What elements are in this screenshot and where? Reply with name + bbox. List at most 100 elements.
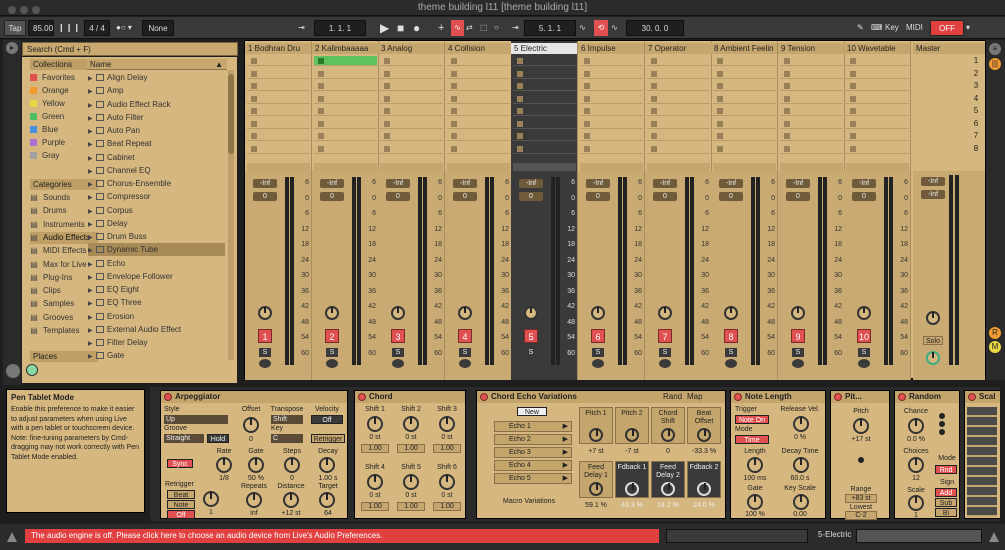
overdub-icon[interactable]: + [438,20,450,36]
track-volume[interactable]: -Inf [653,179,677,188]
name-column-header[interactable]: Name ▲ [87,59,227,70]
clip-stop-icon[interactable] [850,58,856,64]
scale-grid[interactable] [967,407,997,517]
clip-slot[interactable] [513,94,576,104]
track-solo-button[interactable]: S [392,348,404,357]
clip-slot[interactable] [580,131,643,141]
record-icon[interactable]: ● [413,20,425,36]
clip-stop-icon[interactable] [784,108,790,114]
clip-slot[interactable] [580,56,643,66]
track-pan-knob[interactable] [591,306,605,320]
clip-slot[interactable] [713,56,776,66]
clip-stop-icon[interactable] [384,58,390,64]
track-title[interactable]: 9 Tension [778,43,844,54]
browser-item[interactable]: ▶ Filter Delay [88,336,225,349]
clip-slot[interactable] [846,94,909,104]
clip-slot[interactable] [380,56,443,66]
cpu-dropdown-icon[interactable]: ▾ [966,20,976,36]
transpose-select[interactable]: Shift [271,415,303,424]
audio-engine-warning[interactable]: The audio engine is off. Please click he… [25,529,659,543]
time-signature-field[interactable]: 4 / 4 [84,20,110,36]
browser-item[interactable]: ▶ Amp [88,84,225,97]
rand-button[interactable]: Rand [663,391,682,403]
clip-slot[interactable] [846,119,909,129]
clip-slot[interactable] [580,94,643,104]
track-volume[interactable]: -Inf [320,179,344,188]
clip-slot[interactable] [447,81,510,91]
browser-item[interactable]: ▶ Chorus-Ensemble [88,177,225,190]
io-toggle-icon[interactable]: ||| [989,58,1001,70]
macro-knob-box[interactable]: Feed Delay 1 59.1 % [579,461,613,509]
shift-knob[interactable] [439,416,455,432]
play-icon[interactable]: ▶ [380,20,392,36]
velocity-toggle[interactable]: Off [311,415,343,424]
macro-knob-box[interactable]: Fdback 1 43.3 % [615,461,649,509]
toggle-browser-icon[interactable]: ▸ [6,42,18,54]
track-title[interactable]: 6 Impulse [578,43,644,54]
track-volume[interactable]: -Inf [786,179,810,188]
clip-slot[interactable] [380,131,443,141]
clip-stop-icon[interactable] [517,133,523,139]
track-pan[interactable]: 0 [786,192,810,201]
browser-item[interactable]: ▶ Audio Effect Rack [88,98,225,111]
clip-stop-icon[interactable] [451,133,457,139]
track-pan[interactable]: 0 [719,192,743,201]
scene-launch-button[interactable]: 7 [969,131,983,141]
clip-slot[interactable] [247,56,310,66]
hold-button[interactable]: Hold [207,434,229,443]
shift-velocity-field[interactable]: 1.00 [433,444,461,453]
clip-stop-icon[interactable] [850,83,856,89]
repeats-knob[interactable] [246,492,262,508]
chain-item[interactable]: Echo 4 ▶ [494,460,572,471]
retrigger-off-button[interactable]: Off [167,510,195,519]
track-solo-button[interactable]: S [792,348,804,357]
clip-slot[interactable] [314,94,377,104]
clip-slot[interactable] [247,81,310,91]
power-icon[interactable] [968,393,976,401]
clip-slot[interactable] [314,81,377,91]
clip-stop-icon[interactable] [251,70,257,77]
track-solo-button[interactable]: S [525,348,537,357]
clip-stop-icon[interactable] [717,58,723,64]
clip-stop-icon[interactable] [451,145,457,152]
scale-knob[interactable] [908,495,924,511]
computer-keyboard-icon[interactable]: ⌨ [871,20,883,36]
mode-random-button[interactable]: Rnd [935,465,957,474]
track-arm-icon[interactable] [459,359,471,368]
browser-item[interactable]: ▶ Auto Filter [88,111,225,124]
offset-knob[interactable] [243,417,259,433]
clip-slot[interactable] [513,81,576,91]
clip-slot[interactable] [846,56,909,66]
scene-launch-button[interactable]: 5 [969,106,983,116]
clip-slot[interactable] [846,81,909,91]
clip-slot[interactable] [647,56,710,66]
chain-play-icon[interactable]: ▶ [563,435,568,444]
track-arm-icon[interactable] [659,359,671,368]
track-pan[interactable]: 0 [586,192,610,201]
chain-play-icon[interactable]: ▶ [563,448,568,457]
browser-item[interactable]: ▶ Channel EQ [88,164,225,177]
macro-knob[interactable] [697,428,711,442]
shift-knob[interactable] [403,474,419,490]
sort-ascending-icon[interactable]: ▲ [215,59,223,70]
clip-stop-icon[interactable] [584,95,590,102]
track-title[interactable]: 8 Ambient Feelin [711,43,777,54]
returns-toggle-icon[interactable]: M [989,341,1001,353]
clip-stop-icon[interactable] [251,120,257,127]
clip-stop-icon[interactable] [318,133,324,139]
master-solo-button[interactable]: Solo [923,336,943,345]
track-volume[interactable]: -Inf [253,179,277,188]
clip-slot[interactable] [580,144,643,154]
clip-slot[interactable] [580,106,643,116]
clip-slot[interactable] [314,56,377,66]
macro-knob-box[interactable]: Feed Delay 2 14.2 % [651,461,685,509]
clip-slot[interactable] [780,144,843,154]
chain-item[interactable]: Echo 5 ▶ [494,473,572,484]
clip-slot[interactable] [247,69,310,79]
clip-slot[interactable] [647,94,710,104]
clip-stop-icon[interactable] [784,58,790,64]
clip-play-icon[interactable] [318,58,324,64]
note-length-header[interactable]: Note Length [731,391,825,403]
clip-slot[interactable] [247,94,310,104]
browser-item[interactable]: ▶ Cabinet [88,151,225,164]
